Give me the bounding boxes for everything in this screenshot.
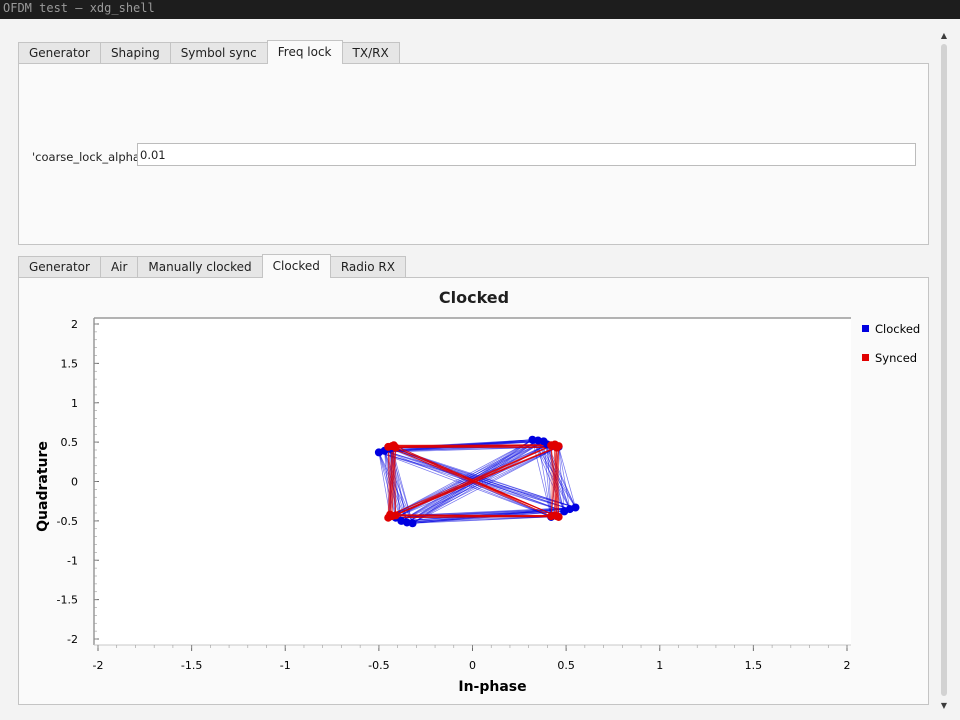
y-tick-label: 2 (71, 318, 78, 331)
series-clocked-point (571, 503, 580, 512)
x-axis-label: In-phase (458, 679, 526, 695)
y-tick-label: -1 (67, 554, 78, 567)
series-clocked-point (408, 519, 417, 528)
series-synced-point (552, 512, 561, 521)
legend-label-clocked: Clocked (875, 322, 920, 336)
y-axis-label: Quadrature (35, 441, 51, 532)
bottom-tab-clocked[interactable]: Clocked (261, 254, 331, 278)
window-titlebar: OFDM test — xdg_shell (0, 0, 960, 19)
y-tick-label: 0.5 (61, 436, 79, 449)
x-tick-label: 1.5 (745, 659, 763, 672)
x-tick-label: 2 (844, 659, 851, 672)
y-tick-label: 1 (71, 397, 78, 410)
legend-label-synced: Synced (875, 351, 917, 365)
bottom-tab-generator[interactable]: Generator (18, 256, 101, 278)
x-tick-label: 0 (469, 659, 476, 672)
series-synced-point (552, 443, 561, 452)
bottom-tab-air[interactable]: Air (99, 256, 139, 278)
bottom-tab-radio-rx[interactable]: Radio RX (329, 256, 406, 278)
top-tab-tx-rx[interactable]: TX/RX (341, 42, 400, 64)
scroll-down-icon[interactable]: ▼ (938, 700, 950, 712)
top-tab-shaping[interactable]: Shaping (99, 42, 171, 64)
series-synced-point (389, 441, 398, 450)
top-tab-generator[interactable]: Generator (18, 42, 101, 64)
scroll-thumb[interactable] (941, 44, 947, 696)
scroll-up-icon[interactable]: ▲ (938, 30, 950, 42)
top-tab-symbol-sync[interactable]: Symbol sync (169, 42, 268, 64)
x-tick-label: -0.5 (368, 659, 389, 672)
legend-swatch-synced (862, 354, 869, 361)
window-title: OFDM test — xdg_shell (3, 1, 155, 15)
y-tick-label: -0.5 (57, 515, 78, 528)
chart-panel: Clocked 2 1.5 1 0.5 0 -0.5 -1 -1.5 -2 -2 -1.5 -1 -0.… (18, 277, 929, 705)
x-tick-label: 0.5 (557, 659, 575, 672)
coarse-lock-alpha-input[interactable] (137, 143, 916, 166)
series-synced-point (386, 510, 395, 519)
top-tabbar: Generator Shaping Symbol sync Freq lock … (18, 40, 400, 64)
coarse-lock-alpha-label: 'coarse_lock_alpha': (32, 150, 147, 164)
x-tick-label: 1 (656, 659, 663, 672)
y-tick-label: -1.5 (57, 594, 78, 607)
x-tick-label: -2 (93, 659, 104, 672)
bottom-tabbar: Generator Air Manually clocked Clocked R… (18, 254, 406, 278)
freq-lock-panel: 'coarse_lock_alpha': (18, 63, 929, 245)
vertical-scrollbar[interactable]: ▲ ▼ (938, 30, 950, 712)
y-tick-label: 0 (71, 476, 78, 489)
x-tick-label: -1 (280, 659, 291, 672)
y-tick-label: 1.5 (61, 357, 79, 370)
legend-swatch-clocked (862, 325, 869, 332)
x-tick-label: -1.5 (181, 659, 202, 672)
y-tick-label: -2 (67, 633, 78, 646)
top-tab-freq-lock[interactable]: Freq lock (266, 40, 343, 64)
bottom-tab-manually-clocked[interactable]: Manually clocked (137, 256, 263, 278)
constellation-chart: 2 1.5 1 0.5 0 -0.5 -1 -1.5 -2 -2 -1.5 -1 -0.5 0 0.5 1 1.… (35, 317, 920, 695)
